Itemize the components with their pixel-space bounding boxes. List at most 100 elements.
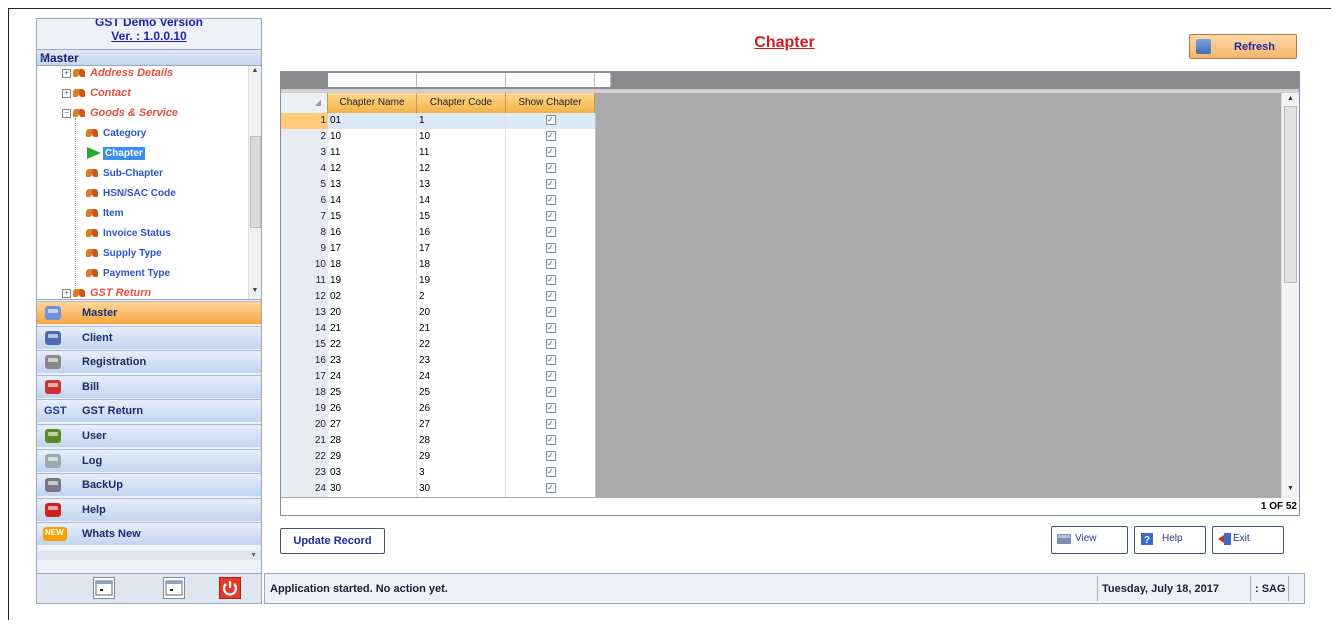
show-chapter-checkbox[interactable]: ✓ bbox=[545, 258, 556, 269]
nav-backup[interactable]: BackUp bbox=[37, 473, 261, 497]
cell-chapter-code[interactable]: 17 bbox=[417, 241, 506, 257]
row-number[interactable]: 15 bbox=[281, 337, 328, 353]
tree-item-chapter[interactable]: Chapter bbox=[86, 144, 145, 162]
cell-chapter-name[interactable]: 11 bbox=[328, 145, 417, 161]
power-off-button[interactable] bbox=[219, 577, 241, 599]
table-row[interactable]: 11 19 19 ✓ bbox=[281, 273, 599, 289]
cell-chapter-code[interactable]: 23 bbox=[417, 353, 506, 369]
row-number[interactable]: 16 bbox=[281, 353, 328, 369]
help-button[interactable]: ? Help bbox=[1134, 526, 1206, 554]
cell-chapter-code[interactable]: 3 bbox=[417, 465, 506, 481]
cell-show-chapter[interactable]: ✓ bbox=[506, 401, 596, 417]
row-number[interactable]: 24 bbox=[281, 481, 328, 497]
scroll-down-arrow-icon[interactable]: ▼ bbox=[249, 287, 261, 294]
row-number[interactable]: 17 bbox=[281, 369, 328, 385]
cell-chapter-name[interactable]: 28 bbox=[328, 433, 417, 449]
cell-chapter-name[interactable]: 22 bbox=[328, 337, 417, 353]
show-chapter-checkbox[interactable]: ✓ bbox=[545, 434, 556, 445]
table-row[interactable]: 8 16 16 ✓ bbox=[281, 225, 599, 241]
show-chapter-checkbox[interactable]: ✓ bbox=[545, 274, 556, 285]
cell-show-chapter[interactable]: ✓ bbox=[506, 353, 596, 369]
grid-corner[interactable]: ◢ bbox=[281, 93, 328, 113]
cell-show-chapter[interactable]: ✓ bbox=[506, 385, 596, 401]
show-chapter-checkbox[interactable]: ✓ bbox=[545, 338, 556, 349]
cell-chapter-name[interactable]: 15 bbox=[328, 209, 417, 225]
cell-show-chapter[interactable]: ✓ bbox=[506, 321, 596, 337]
table-row[interactable]: 20 27 27 ✓ bbox=[281, 417, 599, 433]
expand-node-icon[interactable]: + bbox=[62, 68, 71, 78]
cell-chapter-code[interactable]: 10 bbox=[417, 129, 506, 145]
cell-chapter-name[interactable]: 24 bbox=[328, 369, 417, 385]
nav-user[interactable]: User bbox=[37, 424, 261, 447]
refresh-button[interactable]: Refresh bbox=[1189, 34, 1297, 59]
cell-chapter-name[interactable]: 25 bbox=[328, 385, 417, 401]
tree-item-supply-type[interactable]: Supply Type bbox=[86, 244, 162, 262]
row-number[interactable]: 21 bbox=[281, 433, 328, 449]
cell-show-chapter[interactable]: ✓ bbox=[506, 241, 596, 257]
cell-show-chapter[interactable]: ✓ bbox=[506, 209, 596, 225]
cell-chapter-name[interactable]: 01 bbox=[328, 113, 417, 129]
view-button[interactable]: View bbox=[1051, 526, 1128, 554]
cell-show-chapter[interactable]: ✓ bbox=[506, 161, 596, 177]
grid-scroll-up-icon[interactable]: ▲ bbox=[1282, 95, 1299, 102]
table-row[interactable]: 22 29 29 ✓ bbox=[281, 449, 599, 465]
show-chapter-checkbox[interactable]: ✓ bbox=[545, 322, 556, 333]
row-number[interactable]: 18 bbox=[281, 385, 328, 401]
window-layout-button[interactable] bbox=[93, 577, 115, 599]
cell-show-chapter[interactable]: ✓ bbox=[506, 177, 596, 193]
table-row[interactable]: 1 01 1 ✓ bbox=[281, 113, 599, 129]
cell-chapter-code[interactable]: 25 bbox=[417, 385, 506, 401]
cell-chapter-code[interactable]: 18 bbox=[417, 257, 506, 273]
tree-scroll-thumb[interactable] bbox=[250, 136, 261, 228]
cell-chapter-name[interactable]: 29 bbox=[328, 449, 417, 465]
filter-show-chapter[interactable] bbox=[506, 73, 595, 87]
cell-chapter-name[interactable]: 26 bbox=[328, 401, 417, 417]
cell-chapter-code[interactable]: 28 bbox=[417, 433, 506, 449]
cell-show-chapter[interactable]: ✓ bbox=[506, 417, 596, 433]
show-chapter-checkbox[interactable]: ✓ bbox=[545, 178, 556, 189]
scroll-up-arrow-icon[interactable]: ▲ bbox=[249, 67, 261, 74]
cell-show-chapter[interactable]: ✓ bbox=[506, 481, 596, 497]
tree-item-payment-type[interactable]: Payment Type bbox=[86, 264, 170, 282]
show-chapter-checkbox[interactable]: ✓ bbox=[545, 418, 556, 429]
filter-chapter-code[interactable] bbox=[417, 73, 506, 87]
table-row[interactable]: 16 23 23 ✓ bbox=[281, 353, 599, 369]
row-number[interactable]: 1 bbox=[281, 113, 328, 129]
cell-show-chapter[interactable]: ✓ bbox=[506, 273, 596, 289]
cell-chapter-code[interactable]: 15 bbox=[417, 209, 506, 225]
tree-item-hsn-sac-code[interactable]: HSN/SAC Code bbox=[86, 184, 176, 202]
nav-gst-return[interactable]: GST GST Return bbox=[37, 399, 261, 423]
tree-item-sub-chapter[interactable]: Sub-Chapter bbox=[86, 164, 163, 182]
column-header-chapter-code[interactable]: Chapter Code bbox=[417, 93, 506, 113]
expand-node-icon[interactable]: + bbox=[62, 288, 71, 298]
table-row[interactable]: 19 26 26 ✓ bbox=[281, 401, 599, 417]
cell-chapter-name[interactable]: 02 bbox=[328, 289, 417, 305]
exit-button[interactable]: Exit bbox=[1212, 526, 1284, 554]
update-record-button[interactable]: Update Record bbox=[280, 528, 385, 554]
cell-chapter-code[interactable]: 2 bbox=[417, 289, 506, 305]
cell-chapter-code[interactable]: 30 bbox=[417, 481, 506, 497]
cell-chapter-code[interactable]: 22 bbox=[417, 337, 506, 353]
table-row[interactable]: 12 02 2 ✓ bbox=[281, 289, 599, 305]
cell-show-chapter[interactable]: ✓ bbox=[506, 145, 596, 161]
show-chapter-checkbox[interactable]: ✓ bbox=[545, 306, 556, 317]
show-chapter-checkbox[interactable]: ✓ bbox=[545, 386, 556, 397]
show-chapter-checkbox[interactable]: ✓ bbox=[545, 450, 556, 461]
column-header-chapter-name[interactable]: Chapter Name bbox=[328, 93, 417, 113]
nav-bill[interactable]: Bill bbox=[37, 374, 261, 398]
cell-chapter-code[interactable]: 13 bbox=[417, 177, 506, 193]
cell-chapter-name[interactable]: 12 bbox=[328, 161, 417, 177]
cell-chapter-name[interactable]: 30 bbox=[328, 481, 417, 497]
cell-show-chapter[interactable]: ✓ bbox=[506, 433, 596, 449]
table-row[interactable]: 13 20 20 ✓ bbox=[281, 305, 599, 321]
table-row[interactable]: 9 17 17 ✓ bbox=[281, 241, 599, 257]
row-number[interactable]: 11 bbox=[281, 273, 328, 289]
cell-show-chapter[interactable]: ✓ bbox=[506, 289, 596, 305]
cell-chapter-name[interactable]: 21 bbox=[328, 321, 417, 337]
show-chapter-checkbox[interactable]: ✓ bbox=[545, 370, 556, 381]
cell-show-chapter[interactable]: ✓ bbox=[506, 193, 596, 209]
table-row[interactable]: 6 14 14 ✓ bbox=[281, 193, 599, 209]
tree-scrollbar[interactable]: ▲ ▼ bbox=[248, 66, 261, 299]
cell-chapter-name[interactable]: 19 bbox=[328, 273, 417, 289]
row-number[interactable]: 20 bbox=[281, 417, 328, 433]
